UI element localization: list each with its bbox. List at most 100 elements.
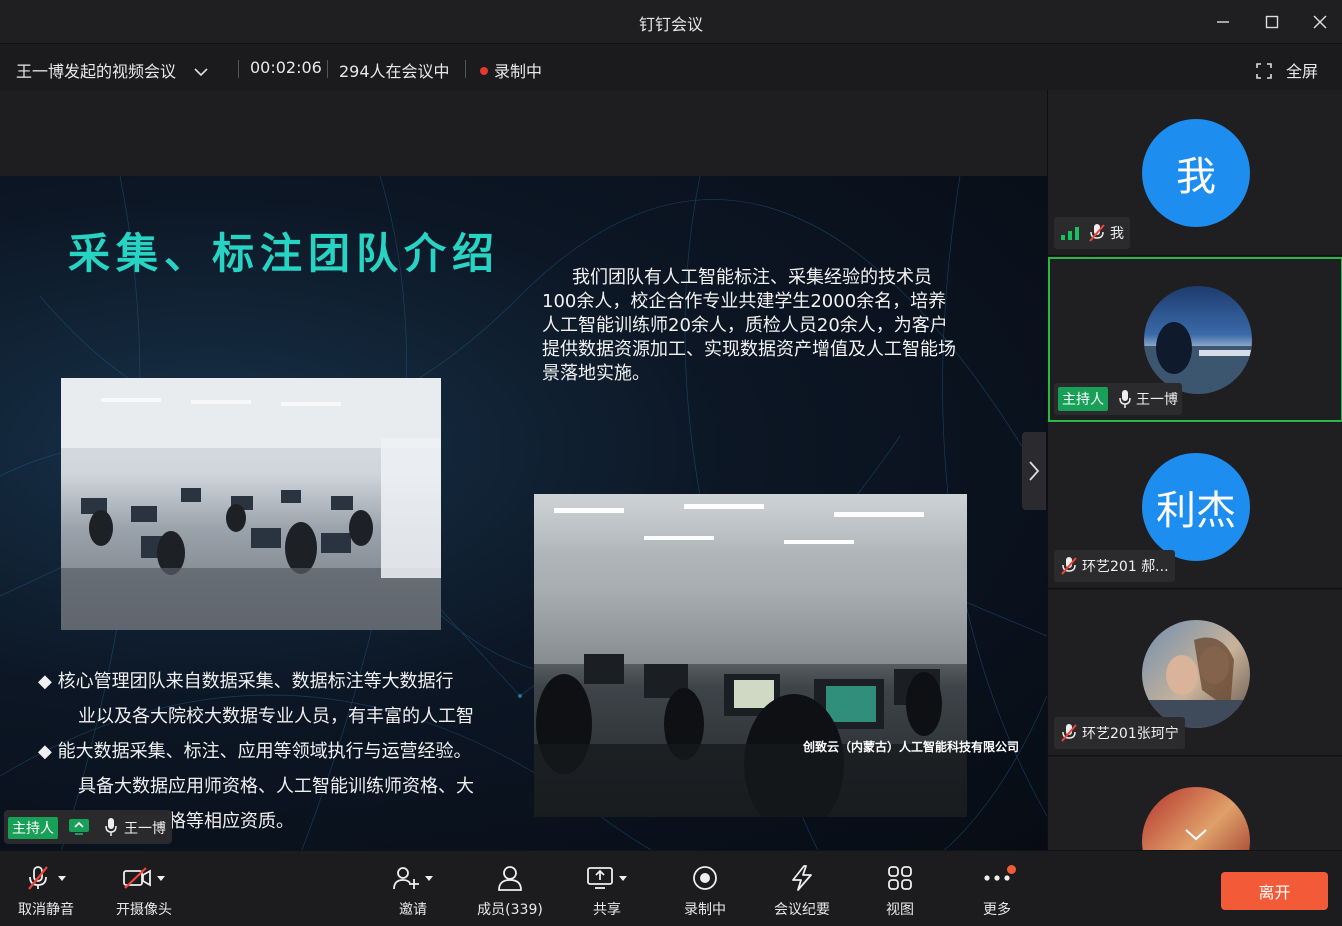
screen-share-icon [587, 867, 613, 889]
close-icon [1313, 15, 1327, 29]
meeting-name: 王一博发起的视频会议 [16, 62, 177, 81]
divider [465, 60, 466, 78]
participant-name: 王一博 [1136, 392, 1178, 408]
avatar [1142, 620, 1250, 728]
unmute-button[interactable]: 取消静音 [6, 863, 86, 919]
unmute-label: 取消静音 [18, 902, 74, 918]
minutes-button[interactable]: 会议纪要 [762, 863, 842, 919]
host-badge: 主持人 [8, 817, 58, 839]
caret-down-icon [619, 876, 627, 881]
camera-label: 开摄像头 [116, 902, 172, 918]
lightning-icon [792, 865, 812, 891]
participant-name-tag: 环艺201 郝... [1054, 550, 1175, 582]
muted-microphone-icon [28, 866, 48, 890]
host-badge: 主持人 [1058, 387, 1108, 411]
slide-bullet-1-cont: 业以及各大院校大数据专业人员，有丰富的人工智 [78, 706, 474, 727]
microphone-icon [1119, 390, 1131, 408]
chevron-down-icon [1185, 829, 1207, 841]
camera-off-icon [123, 867, 151, 889]
signal-icon [1061, 227, 1079, 240]
meeting-name-dropdown[interactable]: 王一博发起的视频会议 [16, 58, 209, 82]
divider [327, 60, 328, 78]
recording-label: 录制中 [494, 62, 543, 81]
participant-tile-active[interactable]: 主持人 王一博 [1048, 257, 1342, 422]
invite-button[interactable]: 邀请 [373, 863, 453, 919]
shared-screen-stage: 采集、标注团队介绍 我们团队有人工智能标注、采集经验的技术员100余人，校企合作… [0, 90, 1047, 855]
next-page-button[interactable] [1022, 432, 1046, 510]
minutes-label: 会议纪要 [774, 902, 830, 918]
caret-down-icon [425, 876, 433, 881]
more-button[interactable]: 更多 [957, 863, 1037, 919]
caret-down-icon [157, 876, 165, 881]
muted-microphone-icon [1061, 724, 1077, 742]
office-photo-2 [534, 494, 967, 817]
chevron-down-icon [194, 68, 208, 77]
meeting-duration: 00:02:06 [250, 58, 322, 77]
view-button[interactable]: 视图 [860, 863, 940, 919]
members-button[interactable]: 成员(339) [470, 863, 550, 919]
microphone-icon [105, 818, 117, 836]
participant-name: 环艺201 郝... [1082, 559, 1169, 575]
recording-status: 录制中 [480, 58, 542, 82]
more-icon [984, 875, 1010, 881]
fullscreen-icon [1256, 63, 1272, 79]
caret-down-icon [58, 876, 66, 881]
fullscreen-button[interactable]: 全屏 [1256, 58, 1318, 82]
add-user-icon [393, 867, 419, 890]
maximize-button[interactable] [1252, 8, 1292, 36]
close-button[interactable] [1300, 8, 1340, 36]
members-icon [498, 866, 522, 891]
title-bar: 钉钉会议 [0, 0, 1342, 44]
record-icon [693, 866, 717, 890]
muted-microphone-icon [1089, 224, 1105, 242]
participant-name: 我 [1110, 226, 1124, 242]
maximize-icon [1265, 15, 1279, 29]
record-button[interactable]: 录制中 [665, 863, 745, 919]
office-photo-2-drawing [534, 504, 967, 817]
invite-label: 邀请 [399, 902, 427, 918]
participant-name-tag: 主持人 王一博 [1054, 383, 1182, 415]
minimize-icon [1217, 21, 1229, 23]
avatar-photo [1142, 637, 1250, 728]
office-photo-1-drawing [61, 378, 441, 630]
participant-tile[interactable]: 环艺201张珂宁 [1048, 590, 1342, 756]
participant-tile[interactable] [1048, 757, 1342, 850]
more-label: 更多 [983, 902, 1011, 918]
avatar-photo [1144, 322, 1252, 394]
participant-count: 294人在会议中 [339, 62, 450, 81]
scroll-down-button[interactable] [1184, 827, 1208, 846]
slide-bullet-2-cont: 具备大数据应用师资格、人工智能训练师资格、大 [78, 776, 474, 797]
participant-name-tag: 我 [1054, 217, 1130, 249]
slide-bullet-1: ◆ 核心管理团队来自数据采集、数据标注等大数据行 [38, 671, 454, 692]
participant-tile[interactable]: 我 我 [1048, 90, 1342, 256]
chevron-right-icon [1029, 461, 1040, 481]
view-label: 视图 [886, 902, 914, 918]
participant-name: 环艺201张珂宁 [1082, 726, 1179, 742]
notification-dot [1007, 865, 1016, 874]
share-label: 共享 [593, 902, 621, 918]
slide-intro-text: 我们团队有人工智能标注、采集经验的技术员100余人，校企合作专业共建学生2000… [542, 267, 956, 384]
muted-microphone-icon [1061, 557, 1077, 575]
share-button[interactable]: 共享 [567, 863, 647, 919]
slide-bullet-2: ◆ 能大数据采集、标注、应用等领域执行与运营经验。 [38, 741, 472, 762]
divider [238, 60, 239, 78]
minimize-button[interactable] [1203, 8, 1243, 36]
grid-view-icon [888, 866, 912, 890]
office-photo-1 [61, 378, 441, 630]
leave-button[interactable]: 离开 [1221, 872, 1328, 910]
record-label: 录制中 [684, 902, 726, 918]
participant-name-tag: 环艺201张珂宁 [1054, 717, 1185, 749]
fullscreen-label: 全屏 [1286, 62, 1319, 81]
camera-button[interactable]: 开摄像头 [104, 863, 184, 919]
members-label: 成员(339) [477, 902, 543, 918]
speaker-name: 王一博 [124, 821, 166, 837]
meeting-info-bar: 王一博发起的视频会议 00:02:06 294人在会议中 录制中 全屏 [0, 44, 1342, 90]
screen-share-icon [69, 819, 89, 835]
participant-tile[interactable]: 利杰 环艺201 郝... [1048, 423, 1342, 589]
slide-title: 采集、标注团队介绍 [68, 229, 501, 278]
avatar: 利杰 [1142, 453, 1250, 561]
record-dot-icon [480, 67, 488, 75]
meeting-toolbar: 取消静音 开摄像头 邀请 成员(339) 共享 录制中 会议纪要 视图 更多 离… [0, 850, 1342, 926]
window-title: 钉钉会议 [638, 15, 703, 34]
avatar: 我 [1142, 119, 1250, 227]
